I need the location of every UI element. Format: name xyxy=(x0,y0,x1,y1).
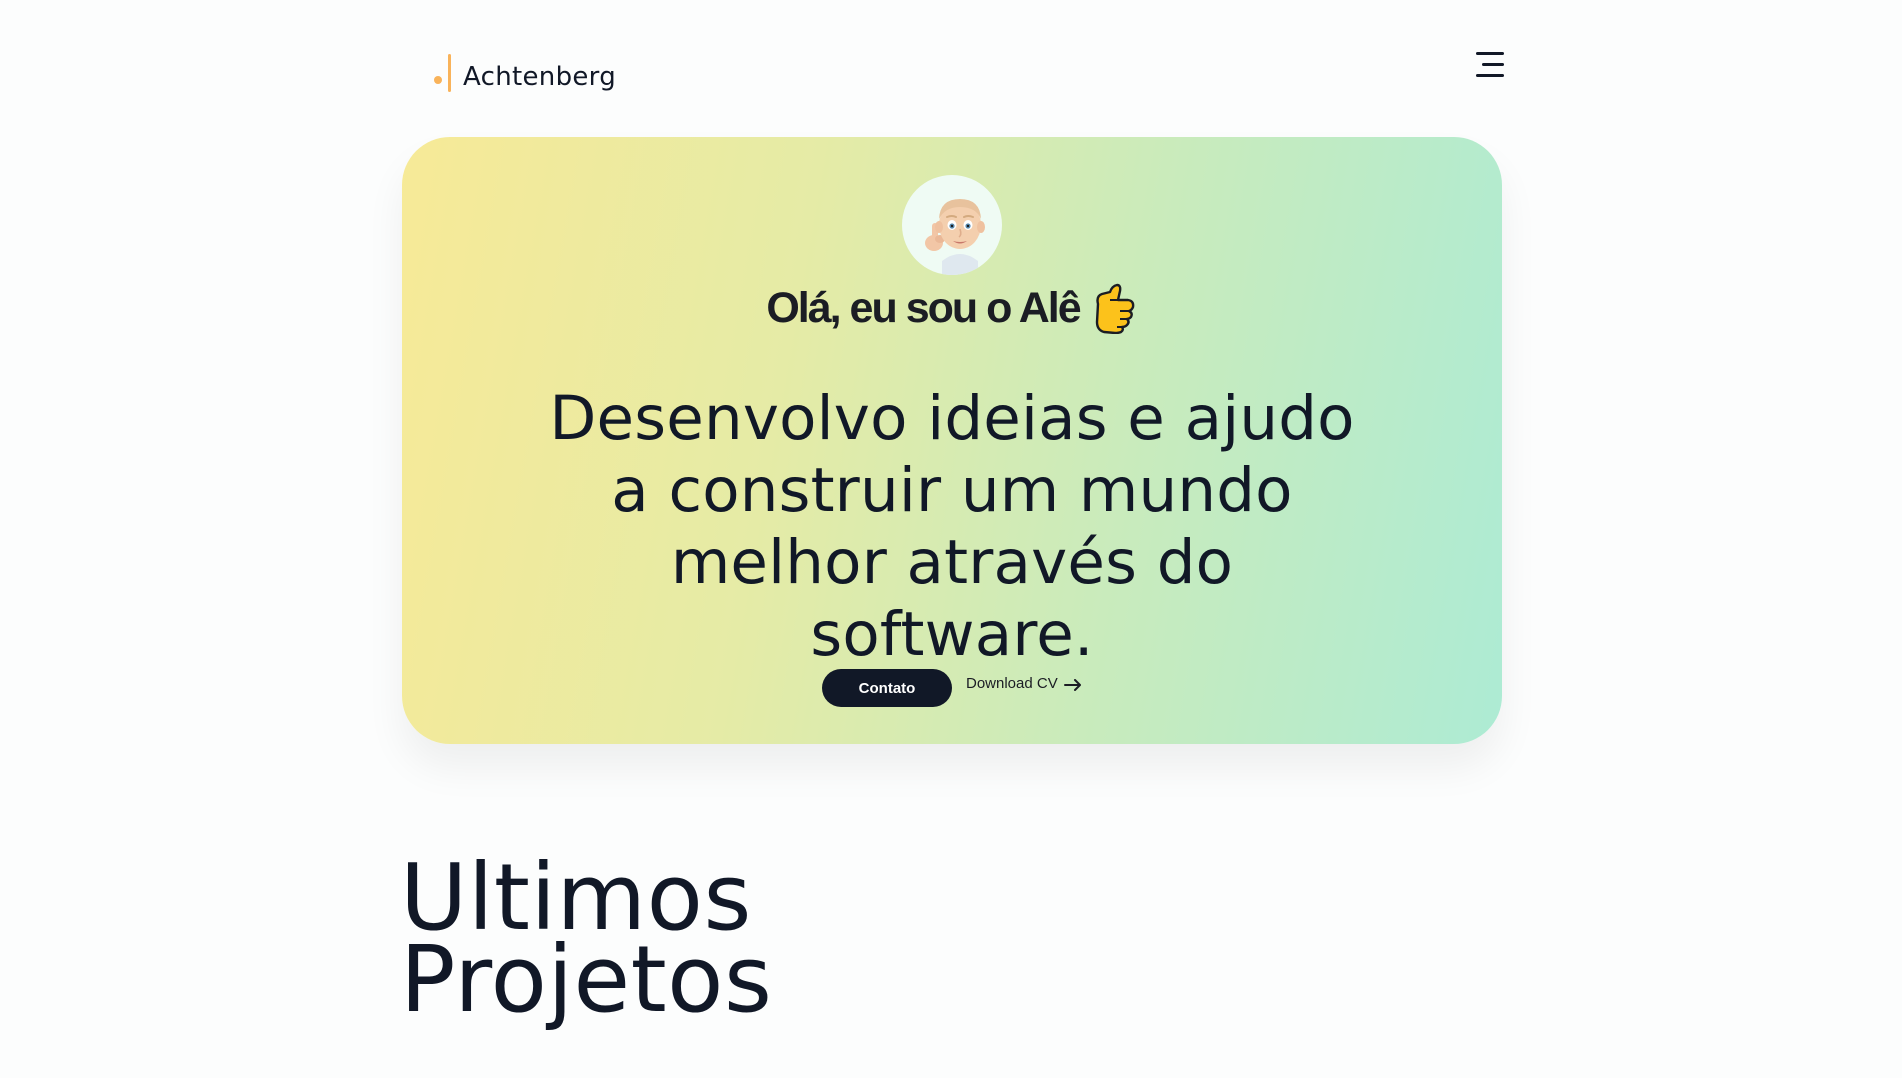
projects-section-title: Ultimos Projetos xyxy=(400,852,773,1033)
page: Achtenberg Olá, eu sou o Alê Desenvolvo … xyxy=(0,0,1902,1078)
brand-bar-icon xyxy=(448,54,451,92)
brand-name: Achtenberg xyxy=(463,62,617,92)
contact-button[interactable]: Contato xyxy=(822,669,952,707)
brand-dot-icon xyxy=(434,76,442,84)
hamburger-menu-icon[interactable] xyxy=(1468,48,1504,82)
memoji-avatar-icon xyxy=(902,175,1002,275)
greeting-heading: Olá, eu sou o Alê xyxy=(402,282,1502,335)
greeting-text: Olá, eu sou o Alê xyxy=(766,283,1081,332)
hero-card: Olá, eu sou o Alê Desenvolvo ideias e aj… xyxy=(402,137,1502,744)
hero-headline: Desenvolvo ideias e ajudo a construir um… xyxy=(549,382,1355,670)
brand-logo[interactable]: Achtenberg xyxy=(434,54,616,92)
arrow-right-icon xyxy=(1063,678,1082,691)
download-cv-link[interactable]: Download CV xyxy=(966,675,1082,692)
download-cv-label: Download CV xyxy=(966,675,1058,692)
projects-title-line2: Projetos xyxy=(400,926,773,1033)
thumbs-up-emoji-icon xyxy=(1090,282,1138,335)
